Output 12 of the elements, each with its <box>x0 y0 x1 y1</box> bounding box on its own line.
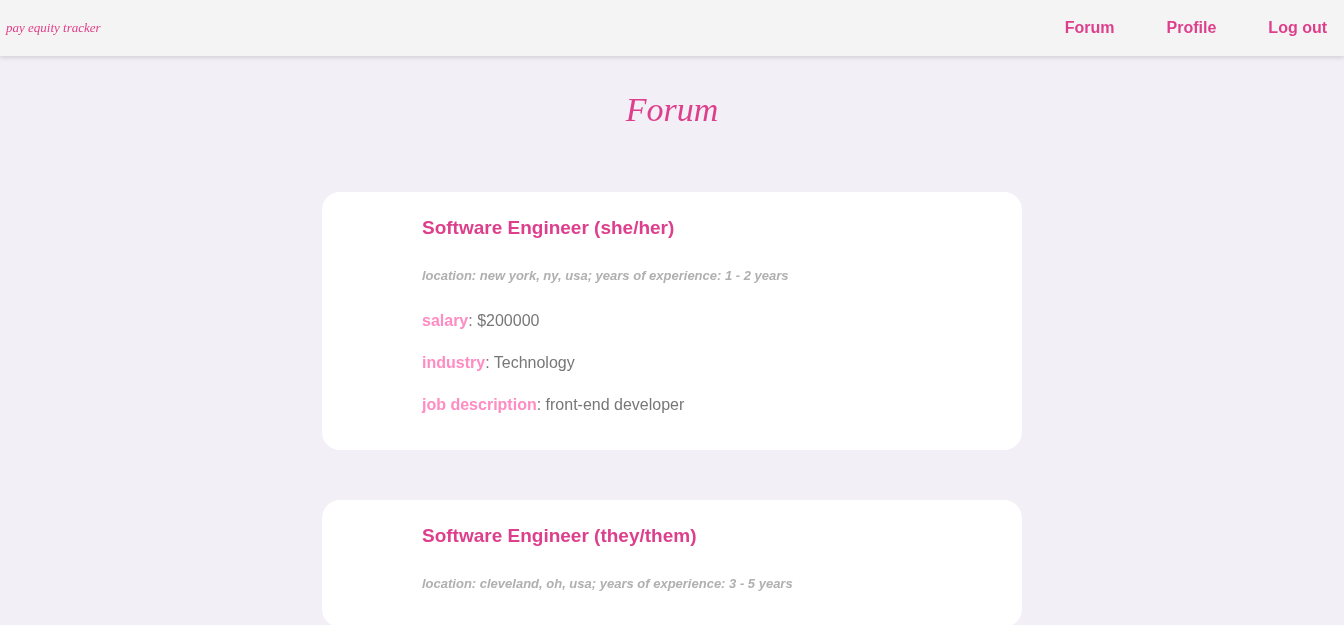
nav-link[interactable]: Log out <box>1268 19 1327 37</box>
page-title: Forum <box>625 90 719 130</box>
nav-link[interactable]: Profile <box>1166 19 1217 37</box>
post-detail: industry: Technology <box>422 353 576 373</box>
post-title: Software Engineer (they/them) <box>422 525 698 547</box>
logo[interactable]: pay equity tracker <box>6 20 101 36</box>
post-detail: salary: $200000 <box>422 311 541 331</box>
post-detail: job description: front-end developer <box>422 395 686 415</box>
post-meta: location: cleveland, oh, usa; years of experience: 3 - 5 years <box>422 576 794 592</box>
post-meta: location: new york, ny, usa; years of experience: 1 - 2 years <box>422 268 790 284</box>
nav-link[interactable]: Forum <box>1064 19 1115 37</box>
post-title: Software Engineer (she/her) <box>422 217 676 239</box>
